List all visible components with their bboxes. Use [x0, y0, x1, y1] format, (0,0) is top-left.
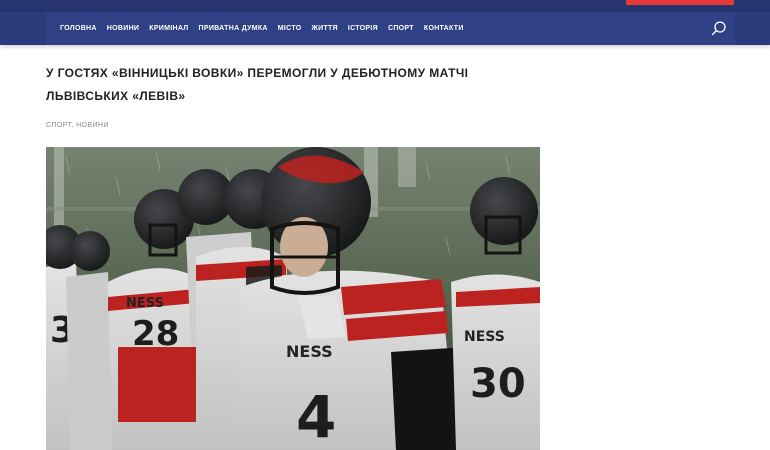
article-title: У ГОСТЯХ «ВІННИЦЬКІ ВОВКИ» ПЕРЕМОГЛИ У Д…	[46, 66, 469, 103]
nav-item-history[interactable]: ІСТОРІЯ	[348, 25, 378, 32]
nav-item-crime[interactable]: КРИМІНАЛ	[149, 25, 188, 32]
nav-item-life[interactable]: ЖИТТЯ	[312, 25, 338, 32]
search-icon	[711, 21, 726, 36]
nav-list: ГОЛОВНА НОВИНИ КРИМІНАЛ ПРИВАТНА ДУМКА М…	[60, 12, 464, 45]
football-players-photo: 3 NESS 28 6	[46, 147, 540, 450]
nav-item-home[interactable]: ГОЛОВНА	[60, 25, 97, 32]
article-hero-image: 3 NESS 28 6	[46, 147, 540, 450]
nav-item-news[interactable]: НОВИНИ	[107, 25, 139, 32]
nav-item-opinion[interactable]: ПРИВАТНА ДУМКА	[199, 25, 268, 32]
top-accent-bar	[626, 0, 734, 5]
search-button[interactable]	[710, 20, 728, 38]
nav-item-sport[interactable]: СПОРТ	[388, 25, 414, 32]
main-nav: ГОЛОВНА НОВИНИ КРИМІНАЛ ПРИВАТНА ДУМКА М…	[0, 12, 770, 45]
nav-item-contacts[interactable]: КОНТАКТИ	[424, 25, 464, 32]
category-link-news[interactable]: НОВИНИ	[76, 122, 109, 129]
nav-inner: ГОЛОВНА НОВИНИ КРИМІНАЛ ПРИВАТНА ДУМКА М…	[46, 12, 735, 45]
article-categories: СПОРТ, НОВИНИ	[46, 122, 109, 129]
nav-item-city[interactable]: МІСТО	[278, 25, 302, 32]
category-link-sport[interactable]: СПОРТ	[46, 122, 71, 129]
